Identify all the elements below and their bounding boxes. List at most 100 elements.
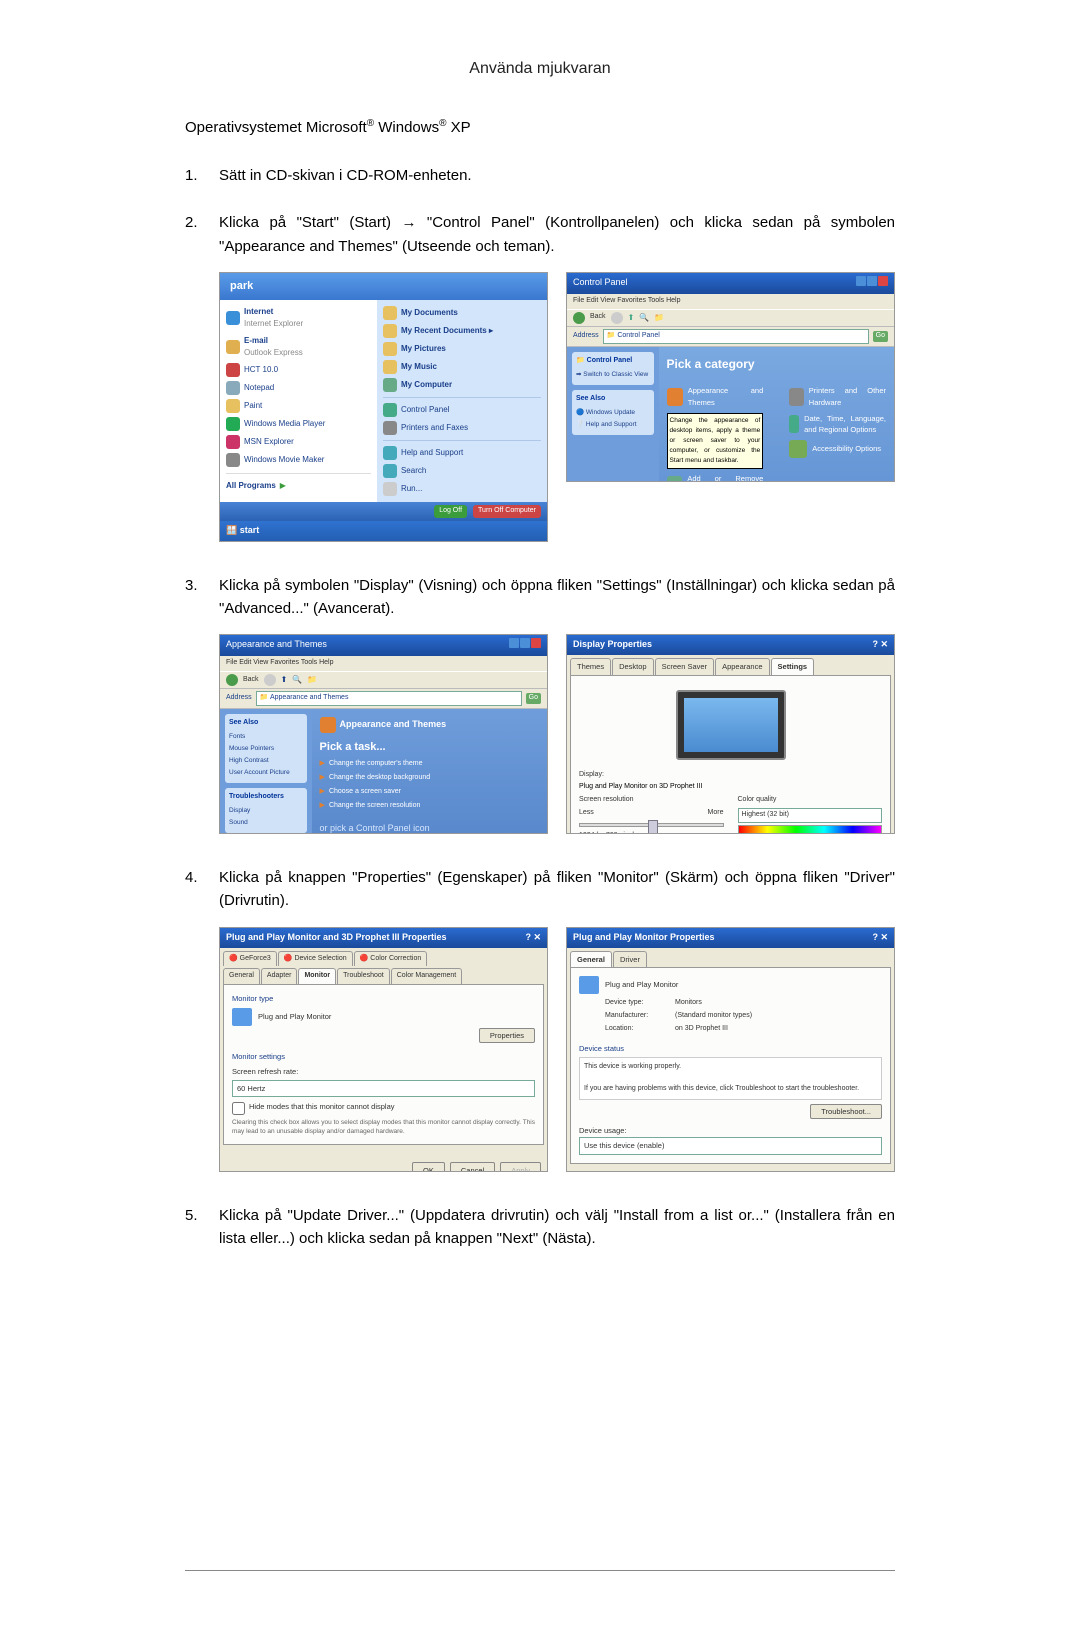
tab-appearance[interactable]: Appearance: [715, 658, 769, 675]
start-item-label: Internet: [244, 307, 273, 316]
tab-colorcorr[interactable]: 🔴 Color Correction: [354, 951, 428, 967]
datetime-icon: [789, 415, 799, 433]
start-item-notepad[interactable]: Notepad: [226, 379, 371, 397]
search-icon[interactable]: 🔍: [292, 674, 302, 686]
sidebar-link[interactable]: User Account Picture: [229, 767, 303, 779]
tab-troubleshoot[interactable]: Troubleshoot: [337, 968, 390, 984]
window-buttons[interactable]: ? ✕: [872, 931, 888, 945]
category-label: Appearance and Themes: [688, 385, 764, 408]
screenshot-monitor-driver: Plug and Play Monitor Properties ? ✕ Gen…: [566, 927, 895, 1172]
tab-general[interactable]: General: [570, 951, 612, 968]
start-item-help[interactable]: Help and Support: [383, 444, 541, 462]
start-item-recent[interactable]: My Recent Documents ▸: [383, 322, 541, 340]
arrow-icon: ▶: [320, 773, 325, 784]
tab-bar: General Driver: [567, 948, 894, 968]
category-addremove[interactable]: Add or Remove Programs: [667, 473, 764, 482]
folders-icon[interactable]: 📁: [307, 674, 317, 686]
sidebar-link[interactable]: 🔵 Windows Update: [576, 407, 650, 419]
start-item-mycomputer[interactable]: My Computer: [383, 376, 541, 394]
sidebar-link[interactable]: Fonts: [229, 731, 303, 743]
address-field[interactable]: 📁 Appearance and Themes: [256, 691, 522, 706]
category-datetime[interactable]: Date, Time, Language, and Regional Optio…: [789, 413, 886, 436]
tab-desktop[interactable]: Desktop: [612, 658, 654, 675]
menubar[interactable]: File Edit View Favorites Tools Help: [567, 294, 894, 309]
ok-button[interactable]: OK: [412, 1162, 445, 1171]
tab-general[interactable]: General: [223, 968, 260, 984]
start-item-wmp[interactable]: Windows Media Player: [226, 415, 371, 433]
start-item-msn[interactable]: MSN Explorer: [226, 433, 371, 451]
category-accessibility[interactable]: Accessibility Options: [789, 440, 886, 458]
tab-settings[interactable]: Settings: [771, 658, 815, 675]
hide-modes-checkbox[interactable]: [232, 1102, 245, 1115]
window-buttons[interactable]: [508, 638, 541, 653]
sidebar-link[interactable]: Mouse Pointers: [229, 743, 303, 755]
task-link[interactable]: ▶Change the screen resolution: [320, 801, 539, 812]
start-item-search[interactable]: Search: [383, 462, 541, 480]
tab-adapter[interactable]: Adapter: [261, 968, 298, 984]
back-button[interactable]: [226, 674, 238, 686]
sidebar-link-classic[interactable]: ➡ Switch to Classic View: [576, 369, 650, 381]
logoff-button[interactable]: Log Off: [434, 505, 467, 518]
search-icon[interactable]: 🔍: [639, 312, 649, 324]
forward-button[interactable]: [264, 674, 276, 686]
forward-button[interactable]: [611, 312, 623, 324]
start-item-mypics[interactable]: My Pictures: [383, 340, 541, 358]
color-select[interactable]: Highest (32 bit): [738, 808, 883, 823]
task-link[interactable]: ▶Choose a screen saver: [320, 787, 539, 798]
category-label: Add or Remove Programs: [687, 473, 763, 482]
sidebar-link[interactable]: Sound: [229, 817, 303, 829]
start-item-hct[interactable]: HCT 10.0: [226, 361, 371, 379]
refresh-select[interactable]: 60 Hertz: [232, 1080, 535, 1098]
turnoff-button[interactable]: Turn Off Computer: [473, 505, 541, 518]
start-item-paint[interactable]: Paint: [226, 397, 371, 415]
sidebar-heading: Troubleshooters: [229, 792, 303, 803]
apply-button[interactable]: Apply: [500, 1162, 541, 1171]
resolution-slider[interactable]: [579, 823, 724, 827]
addremove-icon: [667, 476, 683, 482]
troubleshoot-button[interactable]: Troubleshoot...: [810, 1104, 882, 1119]
address-field[interactable]: 📁 Control Panel: [603, 329, 869, 344]
cancel-button[interactable]: Cancel: [450, 1162, 495, 1171]
sidebar-link[interactable]: ❔ Help and Support: [576, 419, 650, 431]
category-printers[interactable]: Printers and Other Hardware: [789, 385, 886, 408]
start-item-moviemaker[interactable]: Windows Movie Maker: [226, 451, 371, 469]
window-buttons[interactable]: ? ✕: [525, 931, 541, 945]
go-button[interactable]: Go: [873, 331, 888, 342]
tab-driver[interactable]: Driver: [613, 951, 647, 968]
taskbar-start[interactable]: 🪟 start: [220, 521, 547, 541]
up-icon[interactable]: ⬆: [281, 674, 288, 686]
sidebar-link[interactable]: High Contrast: [229, 755, 303, 767]
window-buttons[interactable]: ? ✕: [872, 638, 888, 652]
tab-screensaver[interactable]: Screen Saver: [655, 658, 714, 675]
menubar[interactable]: File Edit View Favorites Tools Help: [220, 656, 547, 671]
window-buttons[interactable]: [855, 276, 888, 291]
start-item-controlpanel[interactable]: Control Panel: [383, 401, 541, 419]
task-link[interactable]: ▶Change the desktop background: [320, 773, 539, 784]
tab-geforce[interactable]: 🔴 GeForce3: [223, 951, 277, 967]
tab-colormgmt[interactable]: Color Management: [391, 968, 463, 984]
category-appearance[interactable]: Appearance and Themes: [667, 385, 764, 408]
task-link[interactable]: ▶Change the computer's theme: [320, 759, 539, 770]
back-button[interactable]: [573, 312, 585, 324]
tab-themes[interactable]: Themes: [570, 658, 611, 675]
start-item-internet[interactable]: InternetInternet Explorer: [226, 304, 371, 333]
arrow-icon: ▶: [320, 801, 325, 812]
start-all-programs[interactable]: All Programs ▶: [226, 478, 371, 494]
page-header: Använda mjukvaran: [185, 60, 895, 78]
properties-button[interactable]: Properties: [479, 1028, 535, 1043]
start-item-run[interactable]: Run...: [383, 480, 541, 498]
start-item-email[interactable]: E-mailOutlook Express: [226, 333, 371, 362]
go-button[interactable]: Go: [526, 693, 541, 704]
notepad-icon: [226, 381, 240, 395]
folders-icon[interactable]: 📁: [654, 312, 664, 324]
device-usage-select[interactable]: Use this device (enable): [579, 1137, 882, 1155]
start-item-mydocs[interactable]: My Documents: [383, 304, 541, 322]
start-item-printers[interactable]: Printers and Faxes: [383, 419, 541, 437]
step-number: 5.: [185, 1204, 205, 1251]
start-item-mymusic[interactable]: My Music: [383, 358, 541, 376]
tab-monitor[interactable]: Monitor: [298, 968, 336, 984]
up-icon[interactable]: ⬆: [628, 312, 635, 324]
tab-bar: 🔴 GeForce3 🔴 Device Selection 🔴 Color Co…: [220, 948, 547, 985]
tab-devselect[interactable]: 🔴 Device Selection: [278, 951, 353, 967]
sidebar-link[interactable]: Display: [229, 805, 303, 817]
